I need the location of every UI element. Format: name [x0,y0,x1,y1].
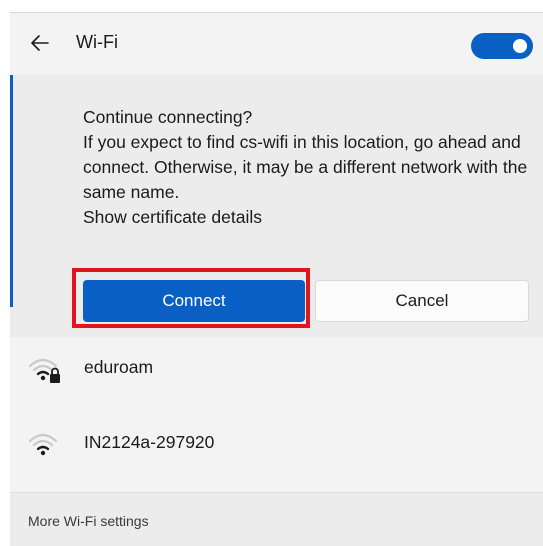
network-name: IN2124a-297920 [84,432,215,452]
toggle-knob [513,39,527,53]
wifi-header: Wi-Fi [10,13,543,75]
network-item-in2124a[interactable]: IN2124a-297920 [10,412,543,476]
prompt-body: If you expect to find cs-wifi in this lo… [83,132,528,202]
selection-accent-bar [10,75,13,307]
wifi-toggle[interactable] [471,33,533,59]
highlight-annotation-box [72,268,310,328]
connect-prompt: Continue connecting? If you expect to fi… [83,105,539,230]
wifi-footer: More Wi-Fi settings [10,492,543,546]
network-name: eduroam [84,357,154,377]
wifi-icon [28,430,62,460]
show-certificate-link[interactable]: Show certificate details [83,205,539,230]
top-edge [10,0,543,13]
arrow-left-icon[interactable] [28,31,52,55]
prompt-title: Continue connecting? [83,107,253,127]
cancel-button[interactable]: Cancel [315,280,529,322]
page-title: Wi-Fi [76,32,118,52]
more-wifi-settings-link[interactable]: More Wi-Fi settings [28,513,149,529]
network-item-eduroam[interactable]: eduroam [10,337,543,401]
wifi-secured-icon [28,355,62,385]
